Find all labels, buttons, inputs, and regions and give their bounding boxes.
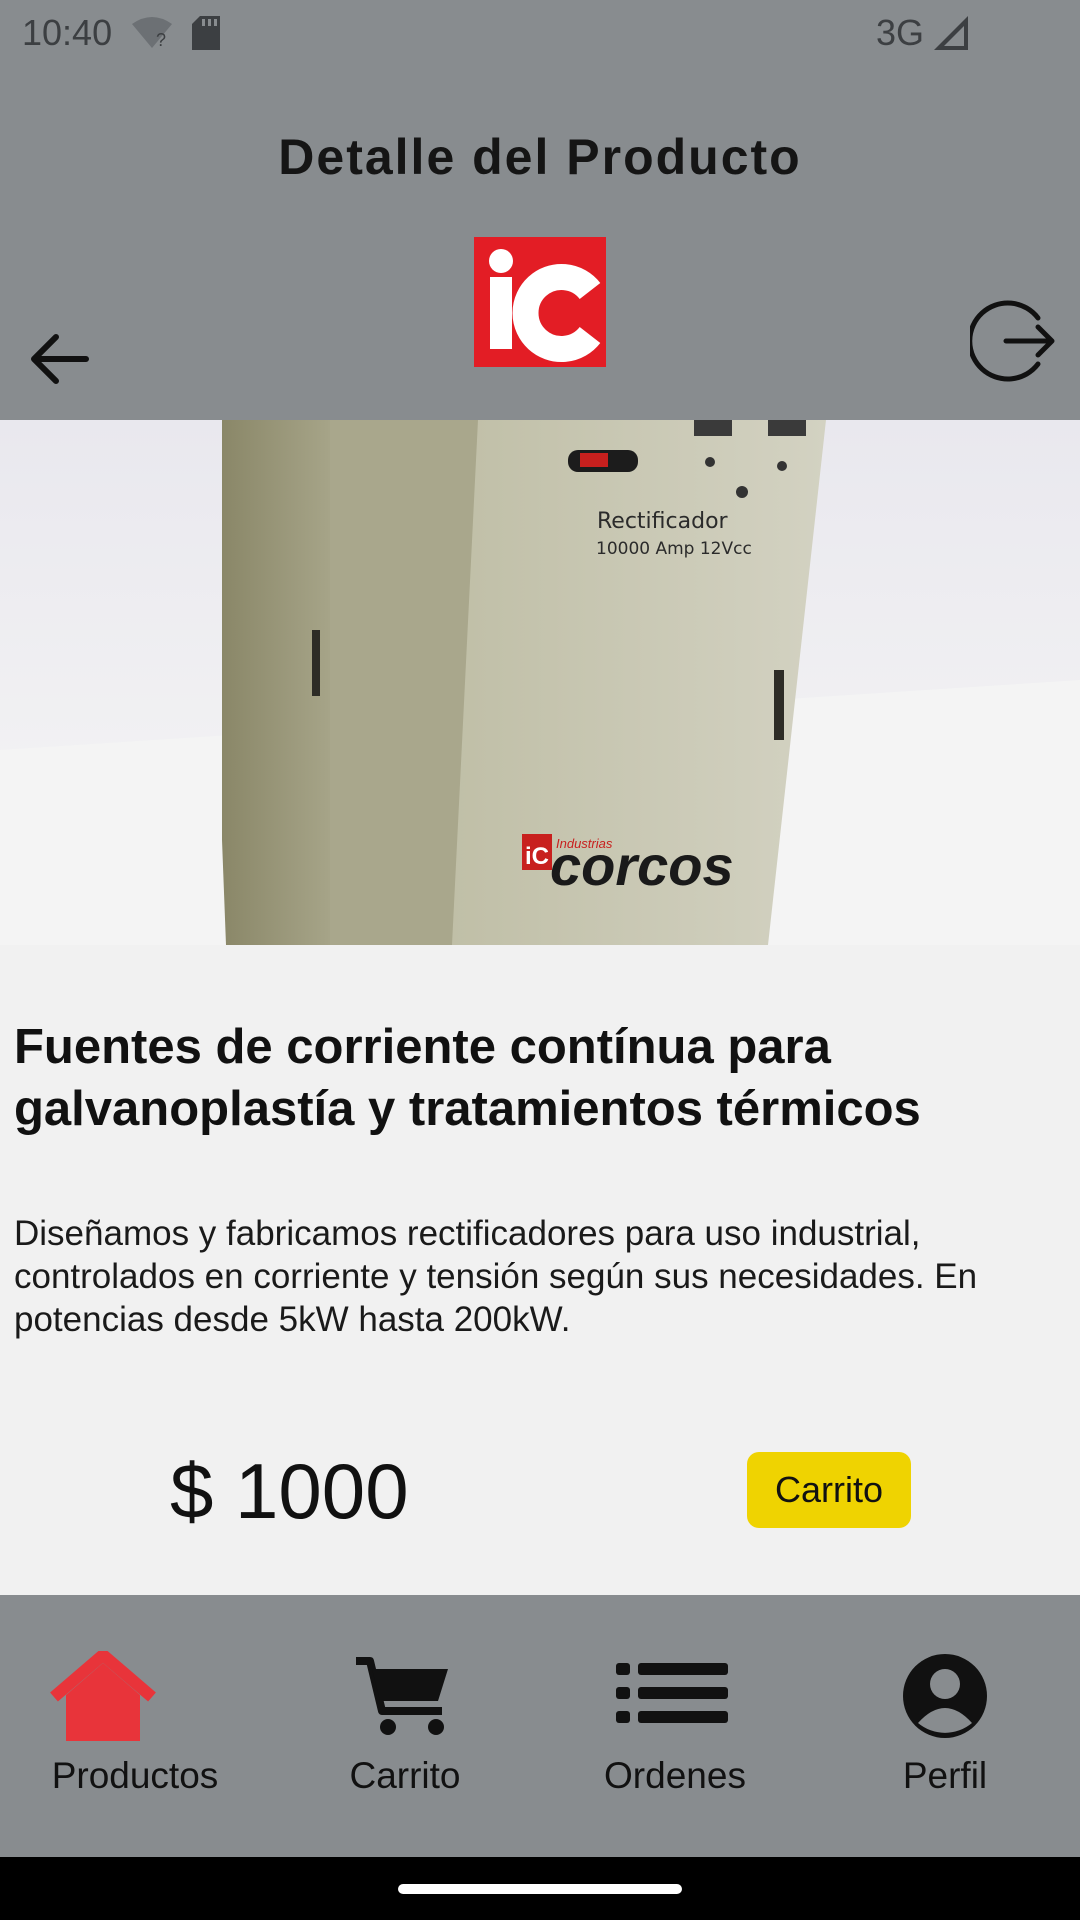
nav-item-ordenes[interactable]: Ordenes (540, 1595, 810, 1857)
sd-card-icon (192, 16, 220, 59)
nav-label-productos: Productos (51, 1755, 219, 1796)
cart-icon (270, 1651, 540, 1741)
wifi-icon: ? (130, 16, 174, 59)
home-icon (0, 1649, 270, 1741)
list-icon (540, 1651, 810, 1741)
product-image: Rectificador 10000 Amp 12Vcc iC Industri… (0, 420, 1080, 945)
logout-button[interactable] (967, 298, 1056, 384)
status-bar: 10:40 ? 3G (0, 0, 1080, 64)
home-gesture-handle[interactable] (398, 1884, 682, 1894)
svg-text:?: ? (156, 30, 166, 50)
page-title: Detalle del Producto (278, 129, 802, 185)
arrow-left-icon (31, 334, 89, 384)
nav-item-productos[interactable]: Productos (0, 1595, 270, 1857)
bottom-navigation: Productos Carrito Ordenes Perfil (0, 1595, 1080, 1857)
user-icon (810, 1651, 1080, 1741)
image-label-line2: 10000 Amp 12Vcc (596, 539, 752, 559)
nav-item-perfil[interactable]: Perfil (810, 1595, 1080, 1857)
nav-label-ordenes: Ordenes (604, 1755, 746, 1796)
back-button[interactable] (26, 330, 92, 388)
image-label-line1: Rectificador (597, 509, 729, 534)
nav-item-carrito[interactable]: Carrito (270, 1595, 540, 1857)
image-brand-logo: iC (525, 843, 549, 870)
product-description: Diseñamos y fabricamos rectificadores pa… (14, 1214, 978, 1339)
nav-label-perfil: Perfil (902, 1755, 988, 1796)
brand-logo (474, 237, 606, 367)
signal-icon (934, 16, 970, 59)
product-title: Fuentes de corriente contínua para galva… (14, 1020, 921, 1136)
system-navigation-bar (0, 1857, 1080, 1920)
product-price: $ 1000 (170, 1447, 409, 1535)
add-to-cart-button[interactable]: Carrito (747, 1452, 911, 1528)
nav-label-carrito: Carrito (349, 1755, 461, 1796)
app-header: 10:40 ? 3G Detalle del Producto (0, 0, 1080, 420)
network-type: 3G (876, 12, 925, 53)
logout-icon (967, 300, 1055, 382)
status-time: 10:40 (22, 12, 113, 53)
image-brand-name: corcos (550, 834, 734, 897)
